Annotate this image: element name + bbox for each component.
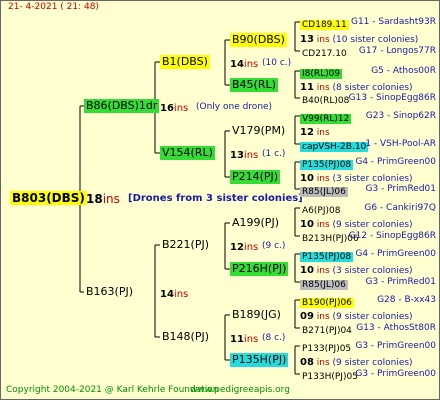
gen2-node-2[interactable]: B221(PJ)	[162, 238, 209, 252]
gen1-note-0: (Only one drone)	[196, 102, 273, 112]
gen3-node-3[interactable]: P214(PJ)	[230, 170, 281, 184]
gen4-row: CD217.10	[300, 44, 349, 61]
gen2-ins-2: 12ins	[230, 242, 259, 253]
gen4-link[interactable]: G13 - AthosSt80R	[356, 321, 436, 335]
gen4-row: R85(JL)06	[300, 182, 348, 199]
gen4-node[interactable]: B40(RL)08	[300, 96, 351, 106]
gen3-node-2[interactable]: V179(PM)	[232, 124, 285, 138]
gen4-node[interactable]: B271(PJ)04	[300, 326, 354, 336]
gen1-ins-0: 16ins	[160, 103, 189, 114]
website-link[interactable]: www.pedigreeapis.org	[190, 385, 290, 395]
gen4-row: B271(PJ)04	[300, 321, 354, 338]
gen4-node[interactable]: CD189.11	[300, 20, 349, 30]
gen4-link[interactable]: 1 - VSH-Pool-AR	[365, 137, 436, 151]
gen4-link[interactable]: G6 - Cankiri97Q	[364, 201, 436, 215]
gen2-node-0[interactable]: B1(DBS)	[160, 55, 210, 69]
gen4-node[interactable]: R85(JL)06	[300, 280, 348, 290]
gen4-node[interactable]: P133H(PJ)05	[300, 372, 360, 382]
gen3-node-5[interactable]: P216H(PJ)	[230, 262, 289, 276]
gen3-node-0[interactable]: B90(DBS)	[230, 33, 287, 47]
gen4-node[interactable]: CD217.10	[300, 49, 349, 59]
gen4-link[interactable]: G13 - SinopEgg86R	[349, 91, 436, 105]
gen2-note-1: (1 c.)	[262, 149, 286, 159]
gen3-node-6[interactable]: B189(JG)	[232, 308, 281, 322]
gen4-link[interactable]: G11 - Sardasht93R	[351, 15, 436, 29]
gen4-row: P133H(PJ)05	[300, 367, 360, 384]
gen4-link[interactable]: G12 - SinopEgg86R	[349, 229, 436, 243]
gen4-link[interactable]: G3 - PrimRed01	[366, 182, 436, 196]
gen4-row: B40(RL)08	[300, 91, 351, 108]
root-drone-note: [Drones from 3 sister colonies]	[128, 193, 303, 204]
gen4-node[interactable]: capVSH-2B.10	[300, 142, 369, 152]
gen2-node-1[interactable]: V154(RL)	[160, 146, 215, 160]
gen2-note-3: (8 c.)	[262, 333, 286, 343]
gen2-ins-1: 13ins	[230, 150, 259, 161]
gen4-link[interactable]: G23 - Sinop62R	[366, 109, 436, 123]
gen3-node-4[interactable]: A199(PJ)	[232, 216, 279, 230]
gen4-row: R85(JL)06	[300, 275, 348, 292]
gen1-node-1[interactable]: B163(PJ)	[86, 285, 133, 299]
gen4-link[interactable]: G3 - PrimGreen00	[355, 339, 436, 353]
gen4-link[interactable]: G3 - PrimRed01	[366, 275, 436, 289]
gen3-node-7[interactable]: P135H(PJ)	[230, 353, 289, 367]
gen2-node-3[interactable]: B148(PJ)	[162, 330, 209, 344]
gen2-ins-0: 14ins	[230, 59, 259, 70]
root-inseminations: 18ins	[86, 192, 120, 206]
gen2-ins-3: 11ins	[230, 334, 259, 345]
gen4-link[interactable]: G5 - Athos00R	[371, 64, 436, 78]
gen2-note-0: (10 c.)	[262, 58, 292, 68]
gen4-link[interactable]: G3 - PrimGreen00	[355, 367, 436, 381]
root-node[interactable]: B803(DBS)	[10, 191, 87, 205]
gen1-node-0[interactable]: B86(DBS)1dr	[84, 99, 160, 113]
copyright-text: Copyright 2004-2021 @ Karl Kehrle Founda…	[6, 385, 219, 395]
gen4-link[interactable]: G4 - PrimGreen00	[355, 155, 436, 169]
gen4-row: capVSH-2B.10	[300, 137, 369, 154]
gen4-link[interactable]: G28 - B-xx43	[377, 293, 436, 307]
gen4-link[interactable]: G17 - Longos77R	[359, 44, 436, 58]
gen4-link[interactable]: G4 - PrimGreen00	[355, 247, 436, 261]
gen2-note-2: (9 c.)	[262, 241, 286, 251]
gen4-node[interactable]: R85(JL)06	[300, 187, 348, 197]
gen3-node-1[interactable]: B45(RL)	[230, 78, 278, 92]
gen1-ins-1: 14ins	[160, 289, 189, 300]
